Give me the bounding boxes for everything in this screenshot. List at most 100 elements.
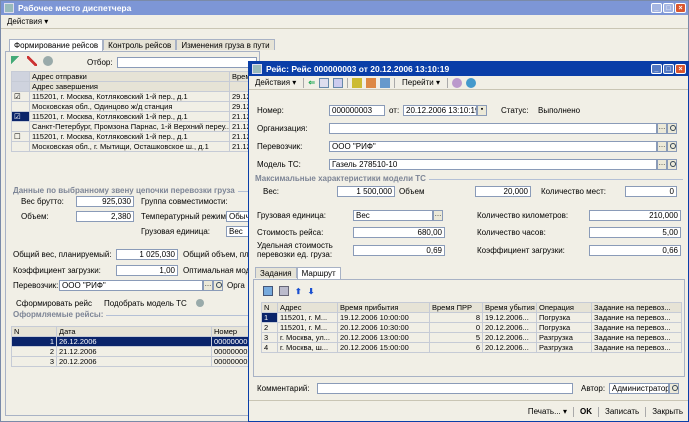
carrier-select-button[interactable]: … bbox=[657, 141, 667, 152]
close-icon[interactable]: × bbox=[675, 3, 686, 13]
minimize-icon[interactable]: _ bbox=[651, 3, 662, 13]
volume-field[interactable]: 2,380 bbox=[76, 211, 134, 222]
actions-menu[interactable]: Действия ▾ bbox=[4, 16, 51, 28]
save-button[interactable]: Записать bbox=[602, 406, 642, 418]
table-row[interactable]: ☑ 115201, г. Москва, Котляковский 1-й пер… bbox=[11, 91, 258, 102]
table-row[interactable]: 1 26.12.2006 00000000 bbox=[11, 336, 258, 347]
carrier-field[interactable]: ООО "РИФ" bbox=[329, 141, 657, 152]
carrier-field[interactable]: ООО "РИФ" bbox=[59, 280, 203, 291]
author-open-icon[interactable] bbox=[669, 383, 679, 394]
trip-title-bar[interactable]: Рейс: Рейс 000000003 от 20.12.2006 13:10… bbox=[249, 62, 688, 76]
table-row[interactable]: 1 115201, г. М... 19.12.2006 10:00:00 8 19.1… bbox=[261, 312, 682, 323]
table-row[interactable]: 2 21.12.2006 00000000 bbox=[11, 346, 258, 357]
date-field[interactable]: 20.12.2006 13:10:19 bbox=[403, 105, 477, 116]
formed-trips-table: N Дата Номер 1 26.12.2006 00000000 2 21.12.20… bbox=[11, 326, 258, 367]
goto-menu[interactable]: Перейти ▾ bbox=[399, 77, 443, 89]
table-row[interactable]: 3 г. Москва, ул... 20.12.2006 13:00:00 5 20.… bbox=[261, 332, 682, 343]
tab-control[interactable]: Контроль рейсов bbox=[103, 39, 177, 50]
globe-icon[interactable] bbox=[465, 77, 476, 88]
load-factor-field[interactable]: 1,00 bbox=[116, 265, 178, 276]
help-icon[interactable] bbox=[195, 299, 204, 307]
trip-footer: Печать... ▾ OK Записать Закрыть bbox=[249, 400, 688, 421]
route-toolbar: ⬆ ⬇ bbox=[263, 286, 314, 296]
close-button[interactable]: Закрыть bbox=[649, 406, 686, 418]
load-factor-field[interactable]: 0,66 bbox=[589, 245, 681, 256]
move-up-icon[interactable]: ⬆ bbox=[295, 287, 302, 296]
table-row[interactable]: ☐ 115201, г. Москва, Котляковский 1-й пер… bbox=[11, 131, 258, 142]
ok-button[interactable]: OK bbox=[577, 406, 595, 418]
copy-icon[interactable] bbox=[319, 77, 330, 88]
calendar-button[interactable]: ▪ bbox=[477, 105, 487, 116]
move-down-icon[interactable]: ⬇ bbox=[308, 287, 315, 296]
trip-tabs: Задания Маршрут bbox=[255, 267, 341, 279]
dispatcher-title: Рабочее место диспетчера bbox=[18, 3, 132, 13]
filter-icon[interactable] bbox=[11, 56, 21, 66]
edit-row-icon[interactable] bbox=[279, 286, 289, 296]
km-field[interactable]: 210,000 bbox=[589, 210, 681, 221]
model-select-button[interactable]: … bbox=[657, 159, 667, 170]
form-trip-button[interactable]: Сформировать рейс bbox=[13, 297, 95, 309]
maximize-icon[interactable]: □ bbox=[663, 3, 674, 13]
header-address-from[interactable]: Адрес отправки bbox=[29, 71, 230, 82]
filter-input[interactable] bbox=[117, 57, 257, 68]
clear-filter-icon[interactable] bbox=[27, 56, 37, 66]
table-row[interactable]: ☑ 115201, г. Москва, Котляковский 1-й пер… bbox=[11, 111, 258, 122]
table-row[interactable]: 2 115201, г. М... 20.12.2006 10:30:00 0 20.1… bbox=[261, 322, 682, 333]
route-table: N Адрес Время прибытия Время ПРР Время убыти… bbox=[261, 302, 682, 353]
pick-model-button[interactable]: Подобрать модель ТС bbox=[101, 297, 190, 309]
help-icon[interactable] bbox=[451, 77, 462, 88]
author-field[interactable]: Администратор bbox=[609, 383, 669, 394]
filter-label: Отбор: bbox=[87, 58, 113, 67]
structure-icon[interactable] bbox=[380, 77, 391, 88]
status-value: Выполнено bbox=[535, 105, 681, 116]
unpost-icon[interactable] bbox=[366, 77, 377, 88]
max-weight-field[interactable]: 1 500,000 bbox=[337, 186, 395, 197]
organization-select-button[interactable]: … bbox=[657, 123, 667, 134]
gross-weight-field[interactable]: 925,030 bbox=[76, 196, 134, 207]
model-open-icon[interactable] bbox=[667, 159, 677, 170]
close-icon[interactable]: × bbox=[675, 64, 686, 74]
add-row-icon[interactable] bbox=[263, 286, 273, 296]
minimize-icon[interactable]: _ bbox=[651, 64, 662, 74]
dispatcher-title-bar[interactable]: Рабочее место диспетчера _ □ × bbox=[1, 1, 688, 15]
tab-forming[interactable]: Формирование рейсов bbox=[9, 39, 104, 51]
cargo-unit-select-button[interactable]: … bbox=[433, 210, 443, 221]
vehicle-model-field[interactable]: Газель 278510-10 bbox=[329, 159, 657, 170]
seats-field[interactable]: 0 bbox=[625, 186, 677, 197]
total-weight-field[interactable]: 1 025,030 bbox=[116, 249, 178, 260]
carrier-open-icon[interactable] bbox=[213, 280, 223, 291]
comment-field[interactable] bbox=[317, 383, 573, 394]
max-volume-field[interactable]: 20,000 bbox=[475, 186, 531, 197]
number-field[interactable]: 000000003 bbox=[329, 105, 385, 116]
unit-cost-field[interactable]: 0,69 bbox=[353, 245, 445, 256]
edit-icon[interactable] bbox=[333, 77, 344, 88]
trip-cost-field[interactable]: 680,00 bbox=[353, 227, 445, 238]
header-address-to[interactable]: Адрес завершения bbox=[29, 81, 230, 92]
orders-table: Адрес отправки Врем Адрес завершения ☑ 115… bbox=[11, 71, 258, 152]
back-arrow-icon[interactable]: ⇐ bbox=[308, 78, 315, 87]
organization-field[interactable] bbox=[329, 123, 657, 134]
refresh-icon[interactable] bbox=[43, 56, 53, 66]
table-row[interactable]: Санкт-Петербург, Промзона Парнас, 1-й Ве… bbox=[11, 121, 258, 132]
post-icon[interactable] bbox=[352, 77, 363, 88]
print-button[interactable]: Печать... ▾ bbox=[525, 406, 570, 418]
tab-route[interactable]: Маршрут bbox=[296, 267, 341, 279]
table-row[interactable]: 4 г. Москва, ш... 20.12.2006 15:00:00 6 20.1… bbox=[261, 342, 682, 353]
carrier-open-icon[interactable] bbox=[667, 141, 677, 152]
maximize-icon[interactable]: □ bbox=[663, 64, 674, 74]
carrier-select-button[interactable]: … bbox=[203, 280, 213, 291]
cargo-unit-field[interactable]: Вес bbox=[353, 210, 433, 221]
table-row[interactable]: Московская обл., Одинцово ж/д станция 29.… bbox=[11, 101, 258, 112]
hours-field[interactable]: 5,00 bbox=[589, 227, 681, 238]
actions-menu[interactable]: Действия ▾ bbox=[252, 77, 299, 89]
tab-tasks[interactable]: Задания bbox=[255, 267, 297, 278]
table-row[interactable]: 3 20.12.2006 00000000 bbox=[11, 356, 258, 367]
filter-toolbar bbox=[11, 56, 53, 66]
tab-changes[interactable]: Изменения груза в пути bbox=[176, 39, 275, 50]
table-row[interactable]: Московская обл., г. Мытищи, Осташковское… bbox=[11, 141, 258, 152]
max-characteristics-section: Максимальные характеристики модели ТС bbox=[255, 174, 683, 189]
organization-open-icon[interactable] bbox=[667, 123, 677, 134]
dispatcher-tabs: Формирование рейсов Контроль рейсов Изме… bbox=[9, 39, 275, 51]
trip-title: Рейс: Рейс 000000003 от 20.12.2006 13:10… bbox=[266, 64, 450, 74]
trip-toolbar: Действия ▾ ⇐ Перейти ▾ bbox=[249, 76, 688, 90]
